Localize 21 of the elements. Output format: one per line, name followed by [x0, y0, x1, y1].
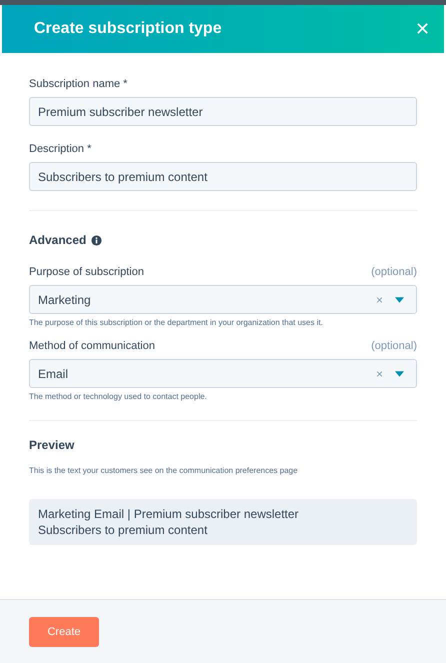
preview-text: Subscribers to premium content	[38, 523, 208, 537]
caret-icon[interactable]	[395, 370, 404, 376]
select-field[interactable]: Email ×	[29, 359, 417, 388]
dialog-title: Create subscription type	[34, 20, 222, 38]
input-field[interactable]: Subscribers to premium content	[29, 162, 417, 191]
section-title: Preview	[29, 438, 76, 452]
preview-description: This is the text your customers see on the communication preferences page	[29, 466, 299, 475]
help-text: The method or technology used to contact people.	[29, 392, 208, 401]
input-field[interactable]: Premium subscriber newsletter	[29, 97, 417, 126]
field-label: Method of communication	[29, 340, 155, 352]
help-text: The purpose of this subscription or the department in your organization that uses it.	[29, 318, 324, 327]
section-title: Advanced	[29, 233, 86, 247]
field-label: Subscription name *	[29, 78, 128, 90]
optional-label: (optional)	[371, 266, 417, 280]
preview-text: Marketing Email | Premium subscriber newsletter	[38, 507, 300, 521]
field-label: Description *	[29, 143, 92, 155]
field-label: Purpose of subscription	[29, 266, 144, 278]
select-field[interactable]: Marketing ×	[29, 285, 417, 314]
optional-label: (optional)	[371, 340, 417, 354]
caret-icon[interactable]	[395, 296, 404, 302]
info-icon[interactable]	[91, 234, 102, 246]
